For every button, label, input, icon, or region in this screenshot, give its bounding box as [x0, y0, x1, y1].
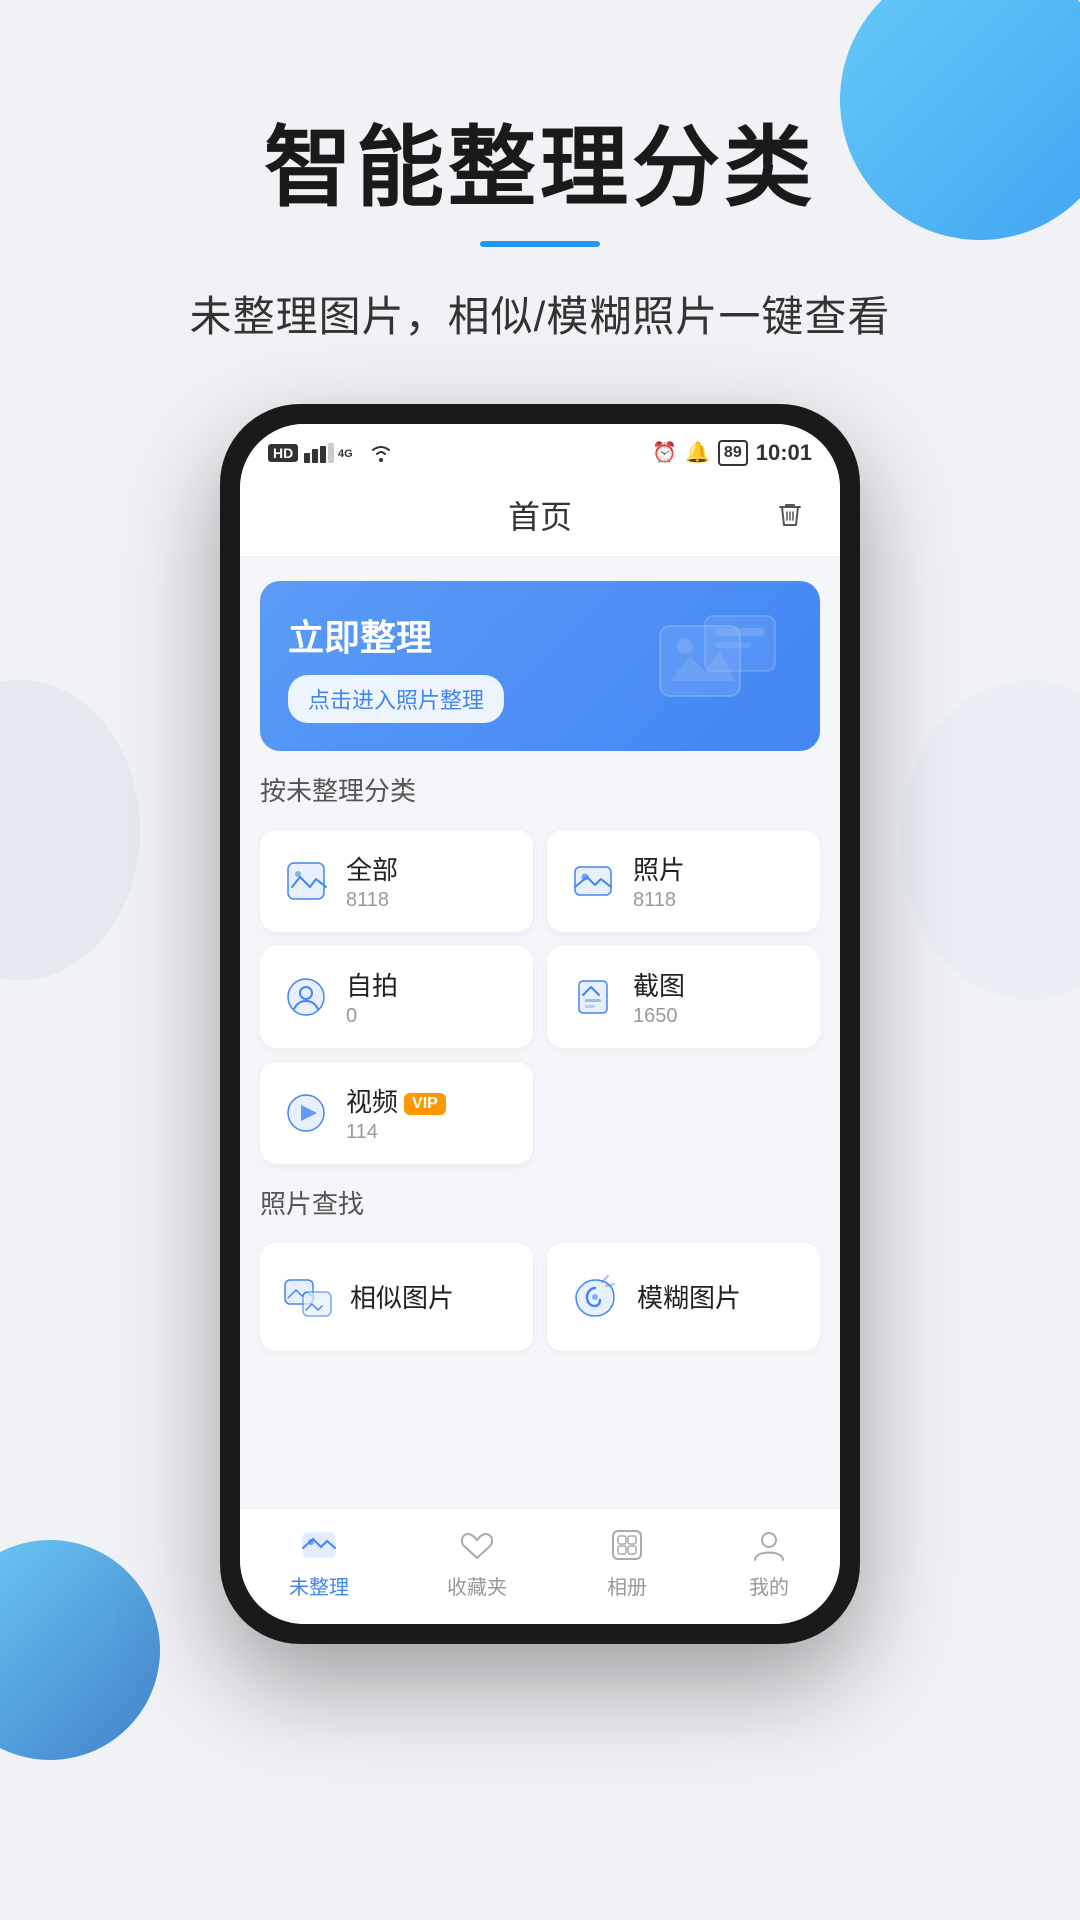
app-header-title: 首页: [508, 492, 572, 538]
find-similar[interactable]: 相似图片: [260, 1243, 533, 1351]
all-icon: [282, 857, 330, 905]
app-content: 立即整理 点击进入照片整理: [240, 557, 840, 1508]
time-display: 10:01: [756, 440, 812, 466]
nav-favorites[interactable]: 收藏夹: [447, 1523, 507, 1600]
photos-icon: [569, 857, 617, 905]
hd-badge: HD: [268, 444, 298, 462]
battery-level: 89: [718, 440, 748, 466]
blurry-icon: [569, 1271, 621, 1323]
category-grid: 全部 8118: [260, 830, 820, 1164]
category-screenshot-info: 截图 1650: [633, 966, 685, 1028]
category-screenshot-name: 截图: [633, 966, 685, 1003]
category-photos-count: 8118: [633, 889, 685, 912]
banner-decoration: [650, 606, 800, 726]
banner-left: 立即整理 点击进入照片整理: [288, 609, 504, 723]
phone-screen: HD 4G: [240, 424, 840, 1624]
svg-text:4G: 4G: [338, 448, 353, 460]
category-video-count: 114: [346, 1121, 446, 1144]
sub-title: 未整理图片，相似/模糊照片一键查看: [0, 283, 1080, 344]
app-header: 首页: [240, 474, 840, 557]
nav-favorites-label: 收藏夹: [447, 1571, 507, 1600]
section1-label: 按未整理分类: [260, 771, 820, 808]
category-photos-info: 照片 8118: [633, 850, 685, 912]
video-icon: [282, 1089, 330, 1137]
title-underline: [480, 241, 600, 247]
nav-mine-label: 我的: [749, 1571, 789, 1600]
find-blurry-name: 模糊图片: [637, 1278, 741, 1315]
selfie-icon: [282, 973, 330, 1021]
category-all[interactable]: 全部 8118: [260, 830, 533, 932]
nav-album-label: 相册: [607, 1571, 647, 1600]
signal-icons: 4G: [304, 443, 364, 463]
status-bar: HD 4G: [240, 424, 840, 474]
category-selfie-name: 自拍: [346, 966, 398, 1003]
find-similar-name: 相似图片: [350, 1278, 454, 1315]
similar-icon: [282, 1271, 334, 1323]
category-video[interactable]: 视频VIP 114: [260, 1062, 533, 1164]
category-screenshot[interactable]: 截图 1650: [547, 946, 820, 1048]
category-selfie-info: 自拍 0: [346, 966, 398, 1028]
category-photos-name: 照片: [633, 850, 685, 887]
wifi-icon: [370, 444, 392, 462]
category-photos[interactable]: 照片 8118: [547, 830, 820, 932]
section2-label: 照片查找: [260, 1184, 820, 1221]
status-left: HD 4G: [268, 443, 392, 463]
status-right: ⏰ 🔔 89 10:01: [652, 440, 812, 466]
category-all-info: 全部 8118: [346, 850, 398, 912]
favorites-icon: [455, 1523, 499, 1567]
find-blurry[interactable]: 模糊图片: [547, 1243, 820, 1351]
phone-wrapper: HD 4G: [0, 404, 1080, 1644]
category-selfie[interactable]: 自拍 0: [260, 946, 533, 1048]
album-icon: [605, 1523, 649, 1567]
nav-unorganized-label: 未整理: [289, 1571, 349, 1600]
main-title: 智能整理分类: [0, 120, 1080, 217]
nav-unorganized[interactable]: 未整理: [289, 1523, 349, 1600]
banner-title: 立即整理: [288, 609, 504, 661]
unorganized-icon: [297, 1523, 341, 1567]
vip-badge: VIP: [404, 1093, 446, 1115]
category-selfie-count: 0: [346, 1005, 398, 1028]
category-all-name: 全部: [346, 850, 398, 887]
mine-icon: [747, 1523, 791, 1567]
category-video-name: 视频VIP: [346, 1082, 446, 1119]
bell-icon: 🔔: [685, 440, 710, 465]
category-all-count: 8118: [346, 889, 398, 912]
alarm-icon: ⏰: [652, 440, 677, 465]
find-grid: 相似图片 模糊图片: [260, 1243, 820, 1351]
banner-button[interactable]: 点击进入照片整理: [288, 675, 504, 723]
nav-mine[interactable]: 我的: [747, 1523, 791, 1600]
banner[interactable]: 立即整理 点击进入照片整理: [260, 581, 820, 751]
trash-button[interactable]: [772, 497, 808, 533]
bottom-nav: 未整理 收藏夹: [240, 1508, 840, 1624]
nav-album[interactable]: 相册: [605, 1523, 649, 1600]
phone-frame: HD 4G: [220, 404, 860, 1644]
page-header: 智能整理分类 未整理图片，相似/模糊照片一键查看: [0, 0, 1080, 344]
category-video-info: 视频VIP 114: [346, 1082, 446, 1144]
screenshot-icon: [569, 973, 617, 1021]
category-screenshot-count: 1650: [633, 1005, 685, 1028]
